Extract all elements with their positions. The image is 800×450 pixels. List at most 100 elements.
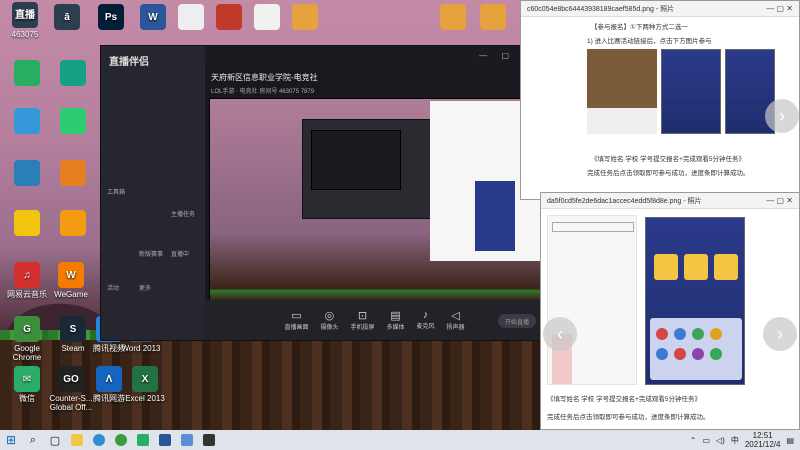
desktop-icon-label: Google Chrome bbox=[12, 344, 42, 362]
start-button[interactable]: ⊞ bbox=[0, 430, 22, 450]
live-app-icon: 直播 bbox=[12, 2, 38, 28]
live-app-label: 直播 bbox=[15, 9, 35, 21]
stream-control-button[interactable]: ♪ 麦克风 bbox=[417, 309, 435, 331]
stream-control-button[interactable]: ⊡ 手机投屏 bbox=[350, 309, 374, 331]
viewer2-app-screenshot bbox=[547, 215, 637, 385]
desktop-icon-bottom[interactable]: X Excel 2013 bbox=[122, 366, 168, 403]
word-icon[interactable] bbox=[154, 430, 176, 450]
stream-side-item[interactable]: 新版赛事 bbox=[139, 249, 163, 258]
app-icon: X bbox=[132, 366, 158, 392]
control-label: 多媒体 bbox=[386, 325, 405, 331]
viewer2-line-2: 完成任务后点击领取即可参与成功，进度条即计算成功。 bbox=[547, 414, 710, 421]
phone-tile bbox=[654, 254, 678, 280]
clock[interactable]: 12:51 2021/12/4 bbox=[745, 431, 781, 449]
live-stream-taskbar-icon[interactable] bbox=[198, 430, 220, 450]
app-icon: GO bbox=[58, 366, 84, 392]
image-viewer-1[interactable]: c60c054e8bc64443938189caef585d.png - 照片 … bbox=[520, 0, 800, 200]
desktop-icon-bottom[interactable]: ♫ 网易云音乐 bbox=[4, 262, 50, 299]
desktop-icon-top[interactable]: Ps bbox=[88, 4, 134, 32]
desktop-icon-bottom[interactable]: W WeGame bbox=[48, 262, 94, 299]
stream-side-item[interactable]: 主播任务 bbox=[171, 209, 195, 218]
wechat-icon[interactable] bbox=[132, 430, 154, 450]
task-view-icon[interactable]: ▢ bbox=[44, 430, 66, 450]
phone-dot bbox=[692, 348, 704, 360]
stream-side-item[interactable]: 活动 bbox=[107, 283, 119, 292]
desktop-icon-col4[interactable] bbox=[50, 108, 96, 136]
viewer2-titlebar: da5f0cd5fe2de6dac1accec4edd5f8d8e.png - … bbox=[541, 193, 799, 209]
app-icon: W bbox=[58, 262, 84, 288]
stream-app-logo: 直播伴侣 bbox=[109, 57, 149, 68]
stream-control-button[interactable]: ▤ 多媒体 bbox=[387, 309, 405, 331]
volume-icon[interactable]: ◁) bbox=[716, 436, 725, 445]
stream-side-item[interactable]: 工具箱 bbox=[107, 187, 125, 196]
desktop-icon-col1[interactable] bbox=[4, 60, 50, 88]
stream-side-item[interactable]: 直播中 bbox=[171, 249, 189, 258]
app-icon bbox=[60, 160, 86, 186]
stream-control-buttons: ▭ 直播画面 ◎ 摄像头 ⊡ 手机投屏 ▤ 多媒体 ♪ 麦克风 ◁ 扬声器 bbox=[284, 309, 464, 331]
phone-tile bbox=[714, 254, 738, 280]
viewer1-screenshot-left bbox=[587, 49, 657, 134]
photos-icon[interactable] bbox=[176, 430, 198, 450]
phone-dot bbox=[692, 328, 704, 340]
desktop-icon-col8[interactable] bbox=[50, 210, 96, 238]
desktop-icon-label: 网易云音乐 bbox=[7, 290, 47, 299]
desktop-icon-col7[interactable] bbox=[4, 210, 50, 238]
desktop-icon-live[interactable]: 直播 463075 bbox=[2, 2, 48, 39]
chrome-icon[interactable] bbox=[110, 430, 132, 450]
app-icon bbox=[254, 4, 280, 30]
desktop-icon-bottom[interactable]: G Google Chrome bbox=[4, 316, 50, 362]
control-icon: ◁ bbox=[451, 310, 460, 322]
viewer1-line-4: 完成任务后点击领取即可参与成功，进度条即计算成功。 bbox=[587, 170, 750, 177]
system-tray: ⌃ ▭ ◁) 中 12:51 2021/12/4 ▤ bbox=[690, 430, 794, 450]
phone-grid-panel bbox=[650, 318, 742, 380]
desktop-icon-col2[interactable] bbox=[50, 60, 96, 88]
viewer1-line-1: 【参与报名】①下两种方式二选一 bbox=[591, 24, 688, 31]
desktop-icon-label: WeGame bbox=[54, 290, 88, 299]
stream-side-item[interactable]: 更多 bbox=[139, 283, 151, 292]
viewer2-prev-arrow[interactable]: ‹ bbox=[543, 317, 577, 351]
desktop-icon-bottom[interactable]: ✉ 微信 bbox=[4, 366, 50, 403]
file-explorer-icon[interactable] bbox=[66, 430, 88, 450]
phone-dot bbox=[674, 348, 686, 360]
app-icon bbox=[14, 108, 40, 134]
viewer1-next-arrow[interactable]: › bbox=[765, 99, 799, 133]
desktop-icon-col5[interactable] bbox=[4, 160, 50, 188]
stream-preview[interactable] bbox=[209, 98, 544, 323]
viewer2-window-controls[interactable]: — ▢ ✕ bbox=[766, 196, 793, 205]
app-icon: ✉ bbox=[14, 366, 40, 392]
live-stream-window[interactable]: 直播伴侣 工具箱 主播任务 直播中 活动 新版赛事 更多 — ▢ ✕ 天府新区信息职业学院… bbox=[100, 45, 545, 341]
viewer1-window-controls[interactable]: — ▢ ✕ bbox=[766, 4, 793, 13]
app-icon bbox=[60, 60, 86, 86]
clock-date: 2021/12/4 bbox=[744, 440, 781, 449]
start-live-button[interactable]: 开始直播 bbox=[498, 314, 536, 328]
desktop-icon-top[interactable] bbox=[470, 4, 516, 32]
desktop-icon-top[interactable] bbox=[282, 4, 328, 32]
app-icon bbox=[60, 210, 86, 236]
tray-up-arrow-icon[interactable]: ⌃ bbox=[690, 436, 697, 445]
desktop-icon-col3[interactable] bbox=[4, 108, 50, 136]
ime-indicator[interactable]: 中 bbox=[731, 435, 739, 446]
viewer2-next-arrow[interactable]: › bbox=[763, 317, 797, 351]
phone-dot bbox=[674, 328, 686, 340]
stream-control-button[interactable]: ◁ 扬声器 bbox=[447, 309, 465, 331]
control-label: 手机投屏 bbox=[350, 325, 375, 331]
search-icon[interactable]: ⌕ bbox=[22, 430, 44, 450]
phone-dot bbox=[710, 348, 722, 360]
stream-control-button[interactable]: ▭ 直播画面 bbox=[284, 309, 308, 331]
desktop-icon-col6[interactable] bbox=[50, 160, 96, 188]
edge-icon[interactable] bbox=[88, 430, 110, 450]
viewer2-phone bbox=[645, 217, 745, 385]
control-icon: ◎ bbox=[324, 310, 335, 322]
image-viewer-2[interactable]: da5f0cd5fe2de6dac1accec4edd5f8d8e.png - … bbox=[540, 192, 800, 430]
notification-icon[interactable]: ▤ bbox=[786, 436, 794, 445]
desktop-icon-label: Word 2013 bbox=[121, 344, 161, 353]
network-icon[interactable]: ▭ bbox=[702, 436, 710, 445]
phone-dot bbox=[710, 328, 722, 340]
stream-titlebar: — ▢ ✕ bbox=[205, 46, 544, 66]
desktop-icon-top[interactable]: ā bbox=[44, 4, 90, 32]
stream-control-button[interactable]: ◎ 摄像头 bbox=[320, 309, 338, 331]
desktop-icon-label: 腾讯网游 bbox=[93, 394, 125, 403]
phone-tile bbox=[684, 254, 708, 280]
stream-control-bar: ▭ 直播画面 ◎ 摄像头 ⊡ 手机投屏 ▤ 多媒体 ♪ 麦克风 ◁ 扬声器 bbox=[205, 300, 544, 340]
viewer1-phone-1 bbox=[661, 49, 721, 134]
